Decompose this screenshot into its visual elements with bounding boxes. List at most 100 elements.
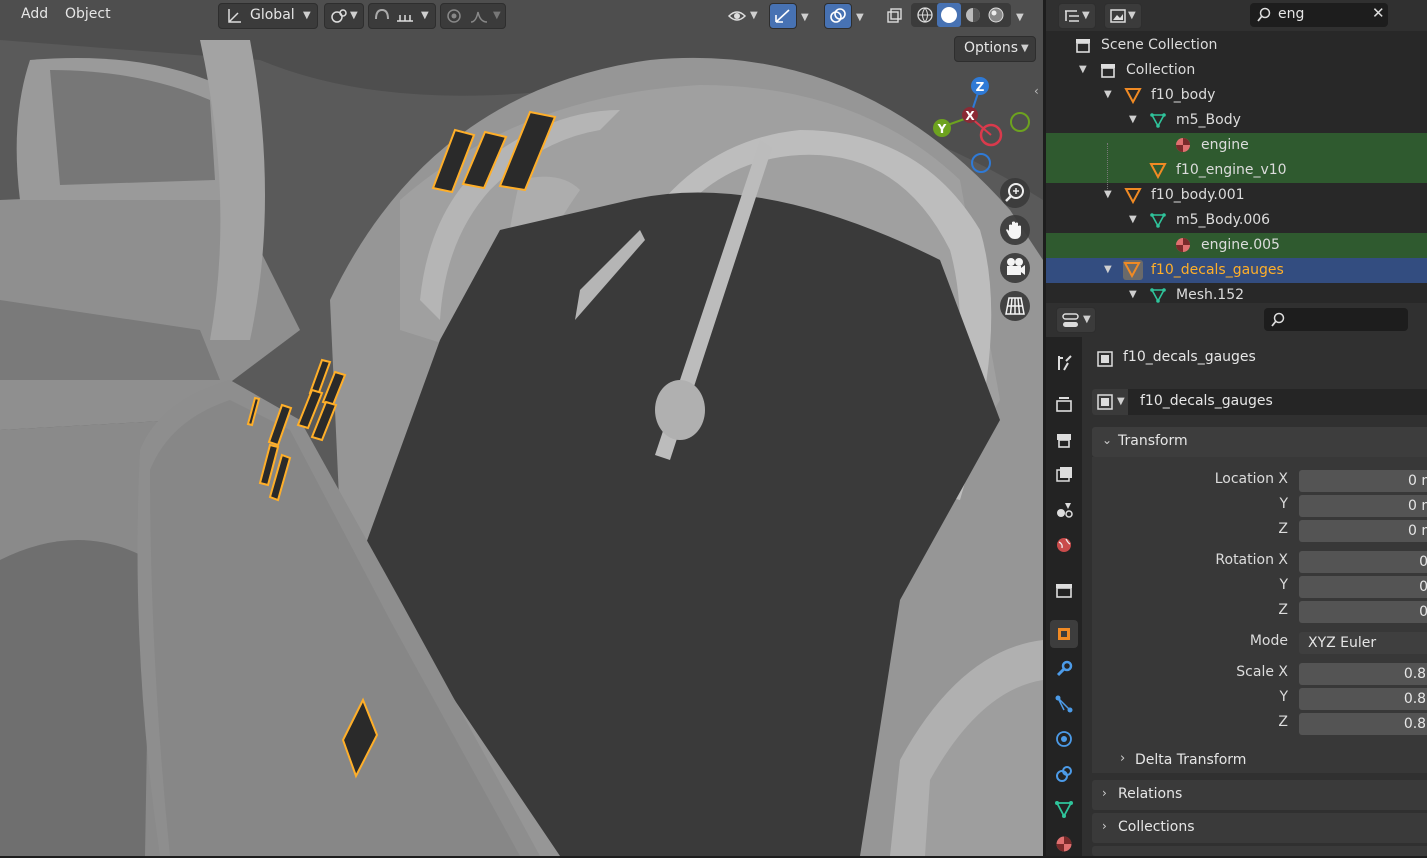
solid-shading-icon[interactable] [937, 3, 961, 27]
filter-dropdown[interactable]: ▼ [1104, 3, 1142, 29]
outliner-search[interactable]: eng ✕ [1250, 3, 1388, 27]
outliner-item-label: engine.005 [1201, 237, 1280, 253]
clear-search-icon[interactable]: ✕ [1372, 4, 1385, 22]
outliner-item-label: f10_decals_gauges [1151, 262, 1284, 278]
location-x-field[interactable]: 0 m [1299, 470, 1427, 492]
visibility-dropdown[interactable]: ▼ [724, 3, 764, 29]
rendered-shading-icon[interactable] [986, 5, 1006, 25]
delta-transform-title: Delta Transform [1135, 752, 1247, 768]
disclosure-triangle-icon[interactable]: ▼ [1129, 114, 1137, 125]
editor-type-dropdown[interactable]: ▼ [1056, 307, 1096, 333]
tab-constraints[interactable] [1050, 760, 1078, 788]
shading-mode-group [911, 3, 1011, 27]
transform-orientation-dropdown[interactable]: Global ▼ [218, 3, 318, 29]
pan-button[interactable] [1000, 215, 1030, 245]
location-y-field[interactable]: 0 m [1299, 495, 1427, 517]
outliner-row[interactable]: engine.005 [1046, 233, 1427, 258]
scale-y-field[interactable]: 0.85 [1299, 688, 1427, 710]
disclosure-triangle-icon[interactable]: ▼ [1104, 264, 1112, 275]
outliner-row[interactable]: ▼ Collection [1046, 58, 1427, 83]
chevron-down-icon[interactable]: ▼ [1016, 12, 1024, 23]
object-name-label: f10_decals_gauges [1123, 349, 1256, 365]
disclosure-triangle-icon[interactable]: ▼ [1129, 289, 1137, 300]
options-dropdown[interactable]: Options ▼ [954, 36, 1036, 62]
tab-output[interactable] [1050, 426, 1078, 454]
outliner-row[interactable]: ▼ m5_Body [1046, 108, 1427, 133]
mesh-data-icon [1149, 111, 1167, 133]
tab-tool[interactable] [1050, 349, 1078, 377]
disclosure-triangle-icon[interactable]: ▼ [1104, 89, 1112, 100]
tab-physics[interactable] [1050, 725, 1078, 753]
relations-panel-header[interactable]: › Relations [1092, 780, 1427, 810]
outliner-row[interactable]: f10_engine_v10 [1046, 158, 1427, 183]
tab-modifiers[interactable] [1050, 655, 1078, 683]
material-icon [1174, 136, 1192, 158]
search-input[interactable]: eng [1278, 6, 1304, 22]
chevron-down-icon: ▼ [1117, 396, 1125, 407]
transform-axis-icon [228, 9, 241, 23]
object-icon [1058, 628, 1070, 640]
outliner-row[interactable]: ▼ f10_decals_gauges [1046, 258, 1427, 283]
viewport-scene[interactable] [0, 0, 1043, 856]
chevron-down-icon[interactable]: ▼ [856, 12, 864, 23]
scale-x-field[interactable]: 0.85 [1299, 663, 1427, 685]
tab-world[interactable] [1050, 531, 1078, 559]
overlays-toggle[interactable] [824, 3, 852, 29]
chevron-right-icon: › [1102, 786, 1107, 800]
snap-group[interactable]: ▼ [368, 3, 436, 29]
properties-editor: ▼ f10_decals_gauges ▼ f10_decals_gauges … [1046, 303, 1427, 856]
tab-material[interactable] [1050, 830, 1078, 858]
outliner-row[interactable]: Scene Collection [1046, 33, 1427, 58]
tab-render[interactable] [1050, 391, 1078, 419]
scale-z-field[interactable]: 0.85 [1299, 713, 1427, 735]
datablock-browse-button[interactable]: ▼ [1092, 389, 1128, 415]
delta-transform-subpanel[interactable]: › Delta Transform [1110, 749, 1427, 773]
perspective-toggle-button[interactable] [1000, 291, 1030, 321]
transform-panel-header[interactable]: ⌄ Transform [1092, 427, 1427, 457]
camera-icon [1007, 258, 1025, 275]
pivot-point-dropdown[interactable]: ▼ [324, 3, 364, 29]
3d-viewport[interactable]: Add Object Global ▼ ▼ ▼ ▼ ▼ ▼ ▼ ▼ Option… [0, 0, 1043, 856]
menu-add[interactable]: Add [21, 6, 48, 22]
camera-view-button[interactable] [1000, 253, 1030, 283]
navigation-gizmo[interactable]: Z Y X [925, 72, 1035, 177]
object-datablock-selector[interactable]: ▼ f10_decals_gauges [1092, 389, 1427, 415]
tab-scene[interactable] [1050, 496, 1078, 524]
outliner-item-label: Scene Collection [1101, 37, 1218, 53]
outliner-item-label: f10_body [1151, 87, 1216, 103]
wireframe-shading-icon[interactable] [915, 5, 935, 25]
disclosure-triangle-icon[interactable]: ▼ [1129, 214, 1137, 225]
display-mode-dropdown[interactable]: ▼ [1058, 3, 1096, 29]
tab-view-layer[interactable] [1050, 461, 1078, 489]
rotation-x-field[interactable]: 0° [1299, 551, 1427, 573]
tab-data[interactable] [1050, 795, 1078, 823]
outliner-item-label: engine [1201, 137, 1249, 153]
next-panel-header[interactable] [1092, 846, 1427, 856]
location-z-field[interactable]: 0 m [1299, 520, 1427, 542]
collections-panel-header[interactable]: › Collections [1092, 813, 1427, 843]
tab-collection[interactable] [1050, 576, 1078, 604]
tab-object[interactable] [1050, 620, 1078, 648]
chevron-right-icon: › [1102, 819, 1107, 833]
menu-object[interactable]: Object [65, 6, 111, 22]
outliner-item-label: f10_engine_v10 [1176, 162, 1287, 178]
rotation-z-field[interactable]: 0° [1299, 601, 1427, 623]
gizmo-toggle[interactable] [769, 3, 797, 29]
proportional-editing-group[interactable]: ▼ [440, 3, 506, 29]
chevron-down-icon[interactable]: ▼ [801, 12, 809, 23]
rotation-y-field[interactable]: 0° [1299, 576, 1427, 598]
xray-toggle[interactable] [880, 3, 908, 29]
outliner-row[interactable]: ▼ f10_body.001 [1046, 183, 1427, 208]
outliner-row[interactable]: ▼ m5_Body.006 [1046, 208, 1427, 233]
datablock-name-field[interactable]: f10_decals_gauges [1140, 393, 1273, 409]
tab-particles[interactable] [1050, 690, 1078, 718]
outliner-row[interactable]: engine [1046, 133, 1427, 158]
chevron-down-icon: ▼ [1128, 10, 1136, 21]
overlays-icon [830, 8, 846, 23]
disclosure-triangle-icon[interactable]: ▼ [1079, 64, 1087, 75]
zoom-button[interactable] [1000, 178, 1030, 208]
properties-search[interactable] [1264, 308, 1408, 331]
rotation-mode-dropdown[interactable]: XYZ Euler [1299, 632, 1427, 654]
material-preview-icon[interactable] [963, 5, 983, 25]
outliner-row[interactable]: ▼ f10_body [1046, 83, 1427, 108]
